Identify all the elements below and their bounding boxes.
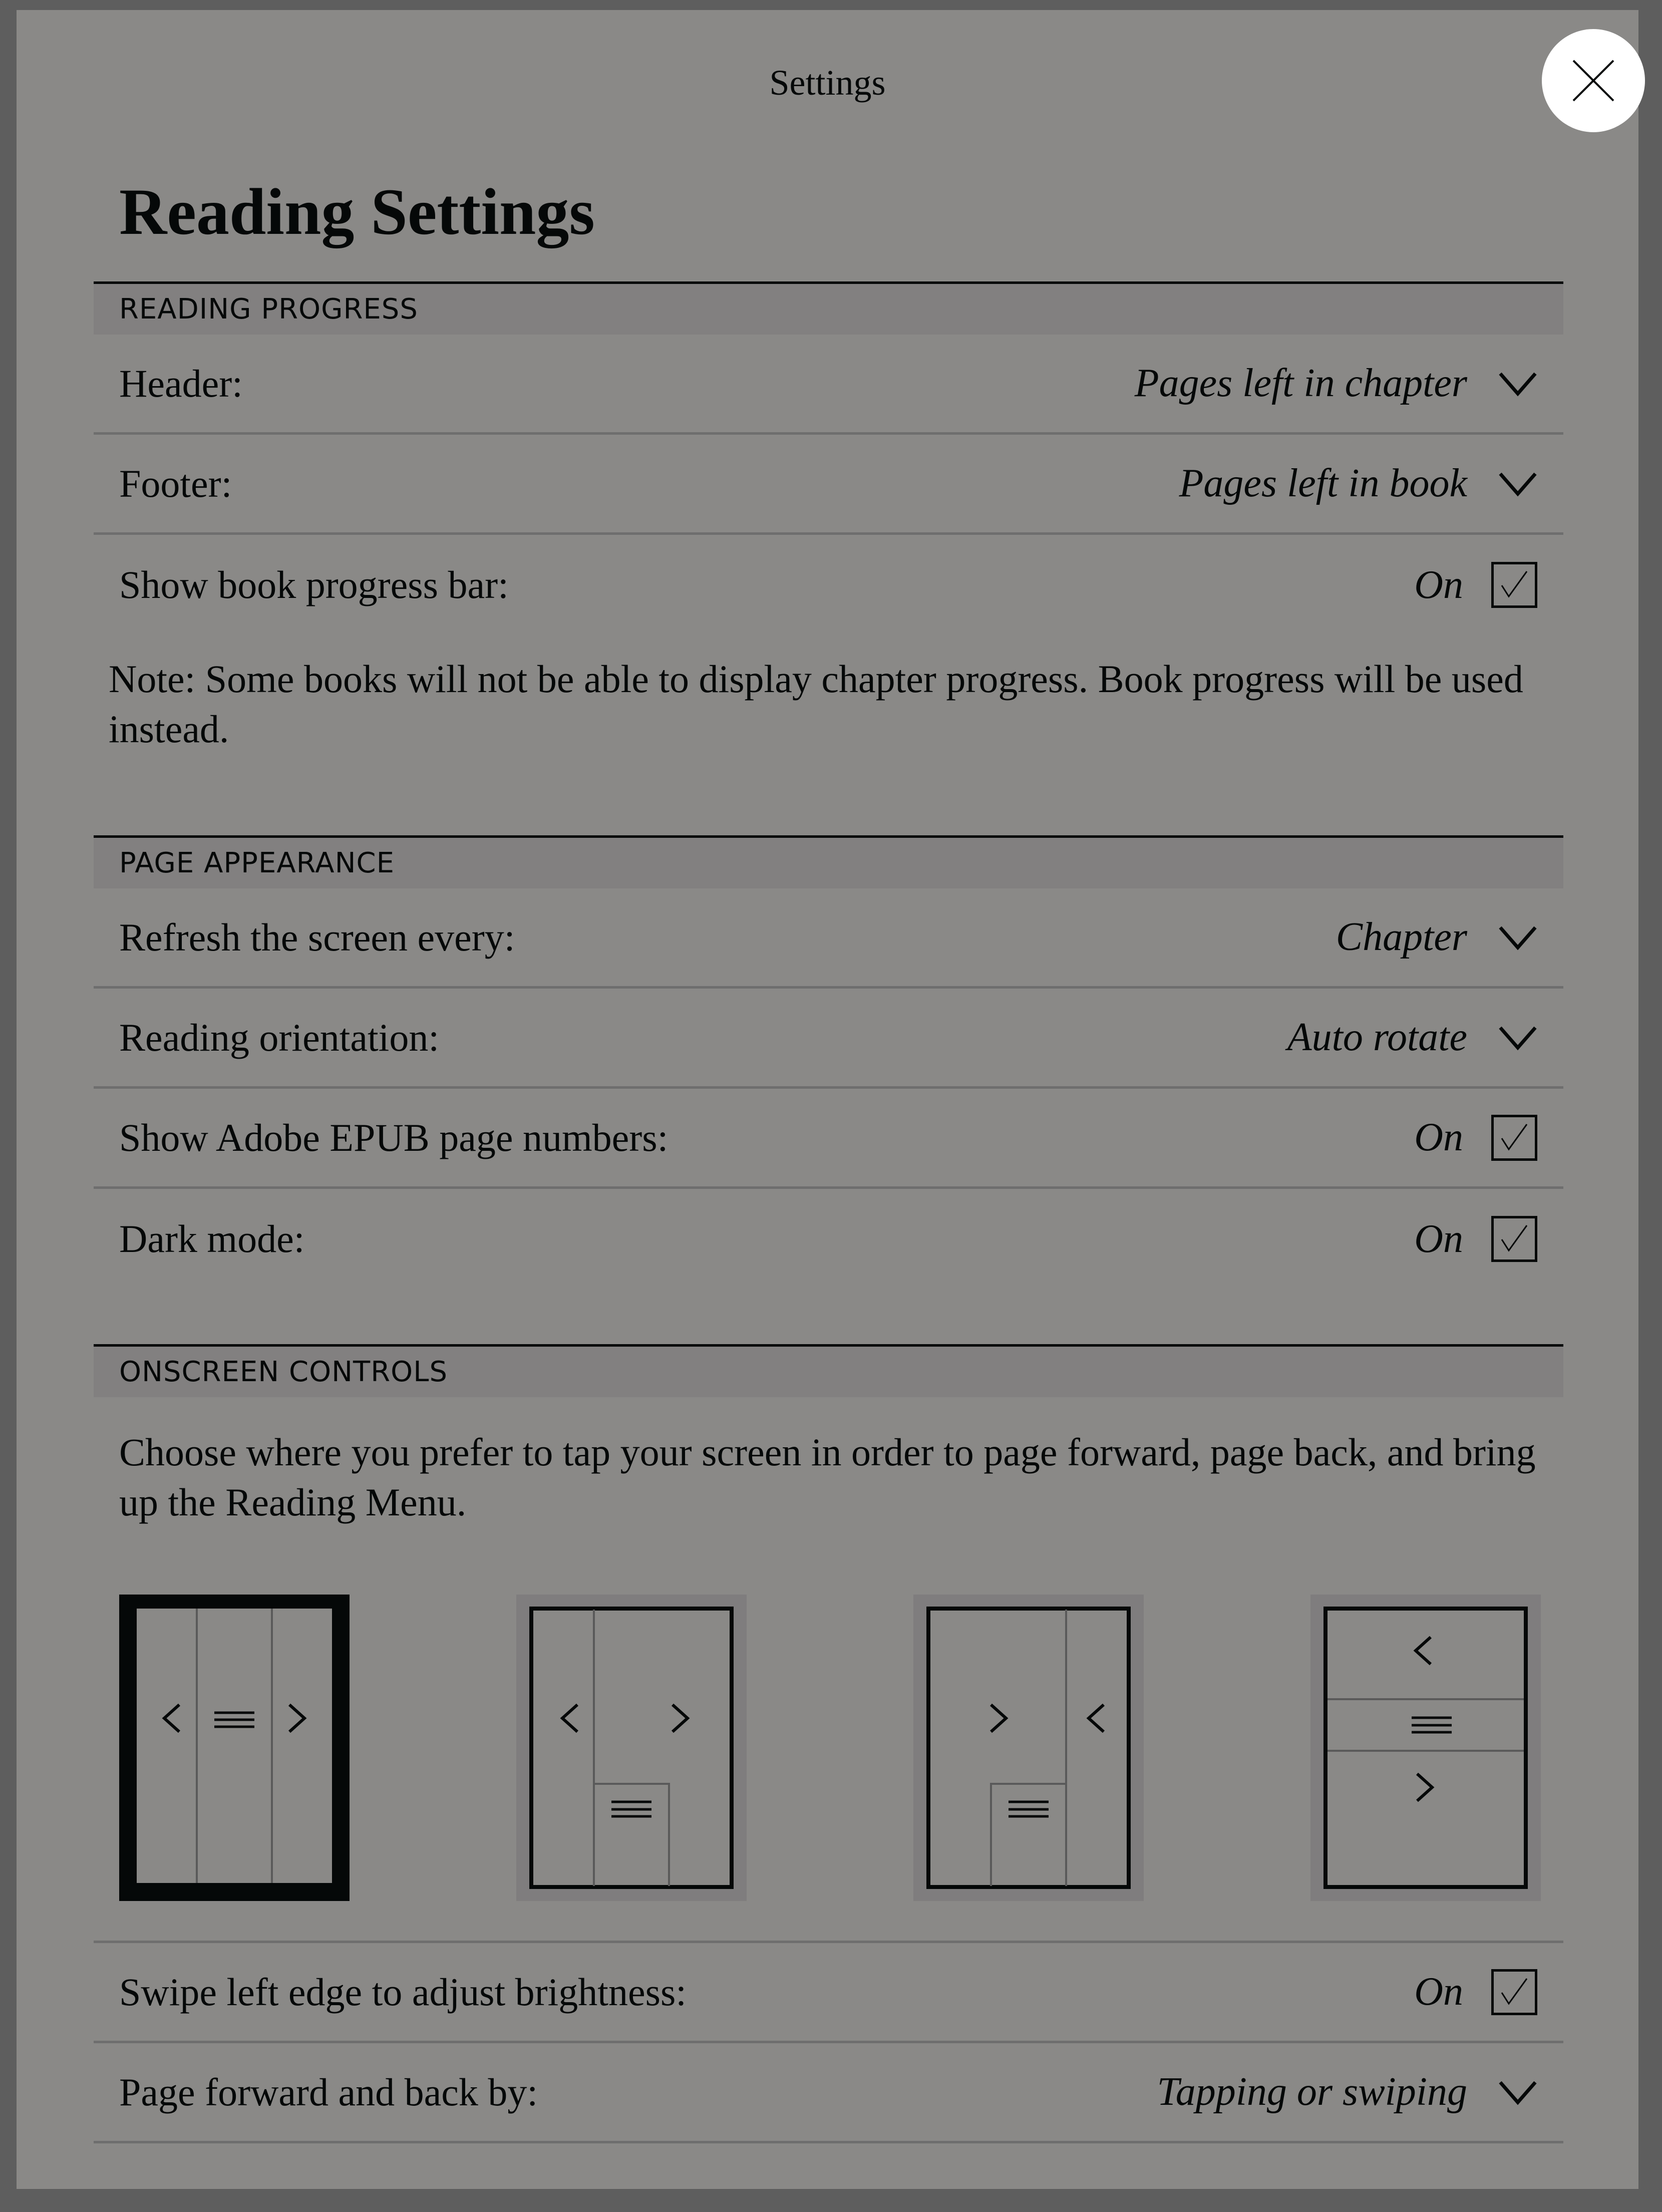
close-button[interactable] [1542, 29, 1645, 132]
page-area [529, 1607, 734, 1889]
tap-layout-left-forward-right-back[interactable] [913, 1595, 1144, 1901]
chapter-progress-note: Note: Some books will not be able to dis… [109, 657, 1523, 751]
tap-zone-layout-picker [94, 1567, 1563, 1943]
chevron-down-icon [1499, 472, 1537, 496]
tap-layout-three-rows[interactable] [1310, 1595, 1541, 1901]
settings-content: READING PROGRESS Header: Pages left in c… [94, 281, 1563, 2143]
footer-dropdown[interactable]: Pages left in book [1179, 461, 1537, 506]
tap-layout-diagram [137, 1609, 332, 1883]
setting-row-footer: Footer: Pages left in book [94, 435, 1563, 535]
swipe-brightness-toggle[interactable]: On [1414, 1969, 1537, 2015]
checkbox-state: On [1414, 1970, 1463, 2014]
book-progress-bar-toggle[interactable]: On [1414, 562, 1537, 608]
page-title: Reading Settings [119, 175, 595, 248]
reading-orientation-dropdown[interactable]: Auto rotate [1287, 1015, 1537, 1060]
tap-layout-diagram [926, 1607, 1131, 1889]
chevron-down-icon [1499, 1026, 1537, 1050]
setting-row-adobe-epub-page-numbers: Show Adobe EPUB page numbers: On [94, 1089, 1563, 1189]
dropdown-value: Tapping or swiping [1157, 2070, 1467, 2114]
onscreen-controls-description: Choose where you prefer to tap your scre… [119, 1430, 1536, 1524]
dialog-title: Settings [769, 63, 886, 103]
adobe-epub-page-numbers-toggle[interactable]: On [1414, 1114, 1537, 1161]
setting-row-refresh-screen: Refresh the screen every: Chapter [94, 888, 1563, 989]
tap-layout-left-back-right-forward[interactable] [516, 1595, 747, 1901]
section-header-onscreen-controls: ONSCREEN CONTROLS [94, 1344, 1563, 1397]
checkbox[interactable] [1491, 1114, 1537, 1161]
checkbox-state: On [1414, 1216, 1463, 1261]
chevron-down-icon [1499, 2081, 1537, 2105]
checkbox-state: On [1414, 562, 1463, 607]
setting-row-dark-mode: Dark mode: On [94, 1189, 1563, 1289]
page-area-full [137, 1609, 332, 1883]
checkbox[interactable] [1491, 1216, 1537, 1262]
checkmark-icon [1501, 1978, 1528, 2005]
close-icon [1572, 60, 1614, 102]
setting-row-page-turn-method: Page forward and back by: Tapping or swi… [94, 2043, 1563, 2143]
dark-mode-toggle[interactable]: On [1414, 1216, 1537, 1262]
tap-layout-diagram [529, 1607, 734, 1889]
dropdown-value: Chapter [1336, 915, 1467, 959]
checkmark-icon [1501, 1225, 1528, 1252]
tap-layout-diagram [1323, 1607, 1528, 1889]
setting-label: Reading orientation: [119, 1015, 440, 1059]
dropdown-value: Pages left in book [1179, 461, 1467, 505]
page-area [1323, 1607, 1528, 1889]
header-dropdown[interactable]: Pages left in chapter [1135, 361, 1537, 406]
setting-label: Footer: [119, 461, 232, 505]
setting-row-book-progress-bar: Show book progress bar: On [94, 535, 1563, 635]
checkmark-icon [1501, 571, 1528, 598]
dropdown-value: Auto rotate [1287, 1015, 1467, 1059]
chevron-down-icon [1499, 926, 1537, 950]
setting-label: Header: [119, 361, 243, 405]
checkbox-state: On [1414, 1115, 1463, 1159]
setting-row-header: Header: Pages left in chapter [94, 335, 1563, 435]
page-area [926, 1607, 1131, 1889]
checkbox[interactable] [1491, 1969, 1537, 2015]
setting-row-reading-orientation: Reading orientation: Auto rotate [94, 989, 1563, 1089]
setting-label: Show Adobe EPUB page numbers: [119, 1115, 669, 1159]
checkbox[interactable] [1491, 562, 1537, 608]
tap-layout-three-columns[interactable] [119, 1595, 350, 1901]
setting-label: Show book progress bar: [119, 563, 509, 606]
refresh-screen-dropdown[interactable]: Chapter [1336, 914, 1537, 960]
setting-label: Refresh the screen every: [119, 915, 515, 959]
setting-row-swipe-brightness: Swipe left edge to adjust brightness: On [94, 1943, 1563, 2043]
section-header-reading-progress: READING PROGRESS [94, 281, 1563, 335]
page-turn-method-dropdown[interactable]: Tapping or swiping [1157, 2069, 1537, 2115]
chevron-down-icon [1499, 372, 1537, 396]
setting-label: Page forward and back by: [119, 2070, 538, 2114]
dropdown-value: Pages left in chapter [1134, 361, 1467, 405]
section-header-page-appearance: PAGE APPEARANCE [94, 835, 1563, 888]
setting-label: Swipe left edge to adjust brightness: [119, 1970, 687, 2014]
checkmark-icon [1501, 1123, 1528, 1151]
settings-dialog: Settings Reading Settings READING PROGRE… [17, 10, 1645, 2189]
setting-label: Dark mode: [119, 1217, 305, 1260]
